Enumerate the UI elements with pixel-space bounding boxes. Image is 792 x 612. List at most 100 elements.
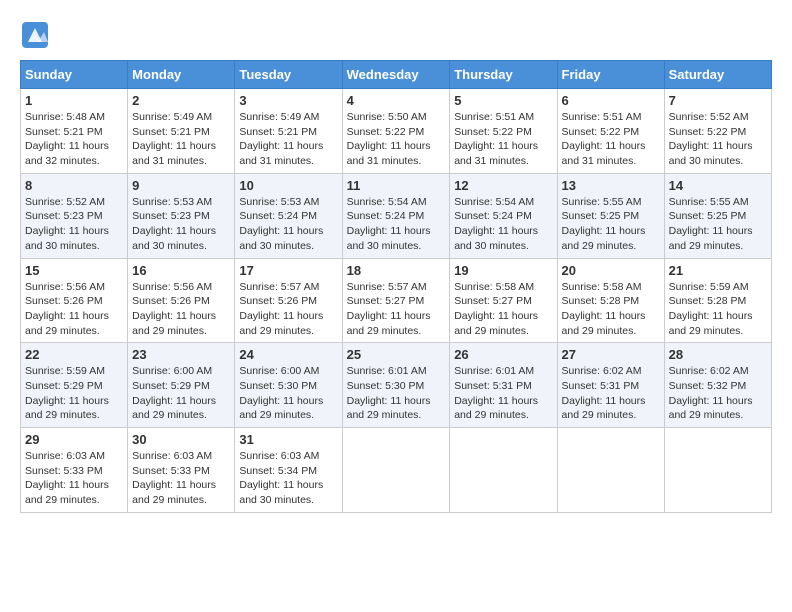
day-info: Sunrise: 5:51 AM Sunset: 5:22 PM Dayligh…	[454, 110, 552, 169]
day-number: 3	[239, 93, 337, 108]
day-info: Sunrise: 5:51 AM Sunset: 5:22 PM Dayligh…	[562, 110, 660, 169]
day-info: Sunrise: 5:56 AM Sunset: 5:26 PM Dayligh…	[132, 280, 230, 339]
calendar-cell: 26Sunrise: 6:01 AM Sunset: 5:31 PM Dayli…	[450, 343, 557, 428]
day-info: Sunrise: 6:00 AM Sunset: 5:30 PM Dayligh…	[239, 364, 337, 423]
day-number: 7	[669, 93, 767, 108]
calendar-header-saturday: Saturday	[664, 61, 771, 89]
day-info: Sunrise: 6:03 AM Sunset: 5:33 PM Dayligh…	[25, 449, 123, 508]
day-info: Sunrise: 6:03 AM Sunset: 5:33 PM Dayligh…	[132, 449, 230, 508]
day-number: 8	[25, 178, 123, 193]
day-number: 6	[562, 93, 660, 108]
day-number: 26	[454, 347, 552, 362]
day-number: 27	[562, 347, 660, 362]
day-info: Sunrise: 5:58 AM Sunset: 5:27 PM Dayligh…	[454, 280, 552, 339]
day-info: Sunrise: 5:48 AM Sunset: 5:21 PM Dayligh…	[25, 110, 123, 169]
calendar-cell: 28 Sunrise: 6:02 AM Sunset: 5:32 PM Dayli…	[664, 343, 771, 428]
day-info: Sunrise: 5:59 AM Sunset: 5:29 PM Dayligh…	[25, 364, 123, 423]
day-number: 19	[454, 263, 552, 278]
calendar-cell: 6 Sunrise: 5:51 AM Sunset: 5:22 PM Daylig…	[557, 89, 664, 174]
calendar-cell: 27 Sunrise: 6:02 AM Sunset: 5:31 PM Dayli…	[557, 343, 664, 428]
day-info: Sunrise: 6:02 AM Sunset: 5:32 PM Dayligh…	[669, 364, 767, 423]
day-info: Sunrise: 5:52 AM Sunset: 5:23 PM Dayligh…	[25, 195, 123, 254]
logo	[20, 20, 54, 50]
day-number: 24	[239, 347, 337, 362]
day-info: Sunrise: 5:59 AM Sunset: 5:28 PM Dayligh…	[669, 280, 767, 339]
day-number: 13	[562, 178, 660, 193]
calendar-cell: 12Sunrise: 5:54 AM Sunset: 5:24 PM Dayli…	[450, 173, 557, 258]
calendar-cell: 31 Sunrise: 6:03 AM Sunset: 5:34 PM Dayli…	[235, 428, 342, 513]
day-info: Sunrise: 5:57 AM Sunset: 5:27 PM Dayligh…	[347, 280, 446, 339]
calendar-cell: 11 Sunrise: 5:54 AM Sunset: 5:24 PM Dayli…	[342, 173, 450, 258]
day-number: 21	[669, 263, 767, 278]
day-number: 30	[132, 432, 230, 447]
calendar-cell: 13 Sunrise: 5:55 AM Sunset: 5:25 PM Dayli…	[557, 173, 664, 258]
calendar-cell: 19 Sunrise: 5:58 AM Sunset: 5:27 PM Dayli…	[450, 258, 557, 343]
day-number: 25	[347, 347, 446, 362]
calendar-cell: 10 Sunrise: 5:53 AM Sunset: 5:24 PM Dayli…	[235, 173, 342, 258]
calendar-header-tuesday: Tuesday	[235, 61, 342, 89]
calendar-cell: 7 Sunrise: 5:52 AM Sunset: 5:22 PM Daylig…	[664, 89, 771, 174]
day-number: 17	[239, 263, 337, 278]
day-info: Sunrise: 5:57 AM Sunset: 5:26 PM Dayligh…	[239, 280, 337, 339]
day-number: 11	[347, 178, 446, 193]
calendar-cell: 17 Sunrise: 5:57 AM Sunset: 5:26 PM Dayli…	[235, 258, 342, 343]
calendar-cell: 4 Sunrise: 5:50 AM Sunset: 5:22 PM Daylig…	[342, 89, 450, 174]
day-number: 1	[25, 93, 123, 108]
calendar-cell: 8 Sunrise: 5:52 AM Sunset: 5:23 PM Daylig…	[21, 173, 128, 258]
day-number: 16	[132, 263, 230, 278]
day-info: Sunrise: 5:53 AM Sunset: 5:23 PM Dayligh…	[132, 195, 230, 254]
day-number: 4	[347, 93, 446, 108]
calendar-cell: 29 Sunrise: 6:03 AM Sunset: 5:33 PM Dayli…	[21, 428, 128, 513]
logo-icon	[20, 20, 50, 50]
calendar-cell: 16 Sunrise: 5:56 AM Sunset: 5:26 PM Dayli…	[128, 258, 235, 343]
day-number: 31	[239, 432, 337, 447]
calendar-cell: 18 Sunrise: 5:57 AM Sunset: 5:27 PM Dayli…	[342, 258, 450, 343]
day-info: Sunrise: 5:50 AM Sunset: 5:22 PM Dayligh…	[347, 110, 446, 169]
day-number: 18	[347, 263, 446, 278]
day-info: Sunrise: 5:53 AM Sunset: 5:24 PM Dayligh…	[239, 195, 337, 254]
day-info: Sunrise: 6:01 AM Sunset: 5:30 PM Dayligh…	[347, 364, 446, 423]
day-info: Sunrise: 5:52 AM Sunset: 5:22 PM Dayligh…	[669, 110, 767, 169]
calendar-cell: 15Sunrise: 5:56 AM Sunset: 5:26 PM Dayli…	[21, 258, 128, 343]
calendar-cell: 5 Sunrise: 5:51 AM Sunset: 5:22 PM Daylig…	[450, 89, 557, 174]
day-number: 10	[239, 178, 337, 193]
calendar-week-5: 29 Sunrise: 6:03 AM Sunset: 5:33 PM Dayli…	[21, 428, 772, 513]
calendar-cell	[557, 428, 664, 513]
calendar-header-wednesday: Wednesday	[342, 61, 450, 89]
day-number: 5	[454, 93, 552, 108]
day-number: 12	[454, 178, 552, 193]
day-info: Sunrise: 5:49 AM Sunset: 5:21 PM Dayligh…	[132, 110, 230, 169]
calendar-header-friday: Friday	[557, 61, 664, 89]
calendar-cell: 25 Sunrise: 6:01 AM Sunset: 5:30 PM Dayli…	[342, 343, 450, 428]
calendar-week-3: 15 Sunrise: 5:56 AM Sunset: 5:26 PM Dayli…	[21, 258, 772, 343]
calendar-cell: 9 Sunrise: 5:53 AM Sunset: 5:23 PM Daylig…	[128, 173, 235, 258]
day-number: 29	[25, 432, 123, 447]
calendar-header-row: SundayMondayTuesdayWednesdayThursdayFrid…	[21, 61, 772, 89]
calendar-cell	[450, 428, 557, 513]
day-info: Sunrise: 5:58 AM Sunset: 5:28 PM Dayligh…	[562, 280, 660, 339]
calendar-header-monday: Monday	[128, 61, 235, 89]
day-info: Sunrise: 5:54 AM Sunset: 5:24 PM Dayligh…	[347, 195, 446, 254]
calendar-cell	[664, 428, 771, 513]
calendar-cell	[342, 428, 450, 513]
day-number: 20	[562, 263, 660, 278]
day-info: Sunrise: 6:03 AM Sunset: 5:34 PM Dayligh…	[239, 449, 337, 508]
day-number: 28	[669, 347, 767, 362]
day-info: Sunrise: 6:00 AM Sunset: 5:29 PM Dayligh…	[132, 364, 230, 423]
calendar-header-sunday: Sunday	[21, 61, 128, 89]
day-info: Sunrise: 6:02 AM Sunset: 5:31 PM Dayligh…	[562, 364, 660, 423]
day-number: 15	[25, 263, 123, 278]
calendar-cell: 3Sunrise: 5:49 AM Sunset: 5:21 PM Daylig…	[235, 89, 342, 174]
calendar-week-1: 1 Sunrise: 5:48 AM Sunset: 5:21 PM Daylig…	[21, 89, 772, 174]
calendar-cell: 20 Sunrise: 5:58 AM Sunset: 5:28 PM Dayli…	[557, 258, 664, 343]
calendar-cell: 24 Sunrise: 6:00 AM Sunset: 5:30 PM Dayli…	[235, 343, 342, 428]
day-number: 9	[132, 178, 230, 193]
calendar-week-2: 8 Sunrise: 5:52 AM Sunset: 5:23 PM Daylig…	[21, 173, 772, 258]
header	[20, 20, 772, 50]
day-number: 23	[132, 347, 230, 362]
calendar-cell: 1 Sunrise: 5:48 AM Sunset: 5:21 PM Daylig…	[21, 89, 128, 174]
day-info: Sunrise: 5:55 AM Sunset: 5:25 PM Dayligh…	[562, 195, 660, 254]
calendar-cell: 23 Sunrise: 6:00 AM Sunset: 5:29 PM Dayli…	[128, 343, 235, 428]
day-number: 22	[25, 347, 123, 362]
calendar-cell: 14Sunrise: 5:55 AM Sunset: 5:25 PM Dayli…	[664, 173, 771, 258]
